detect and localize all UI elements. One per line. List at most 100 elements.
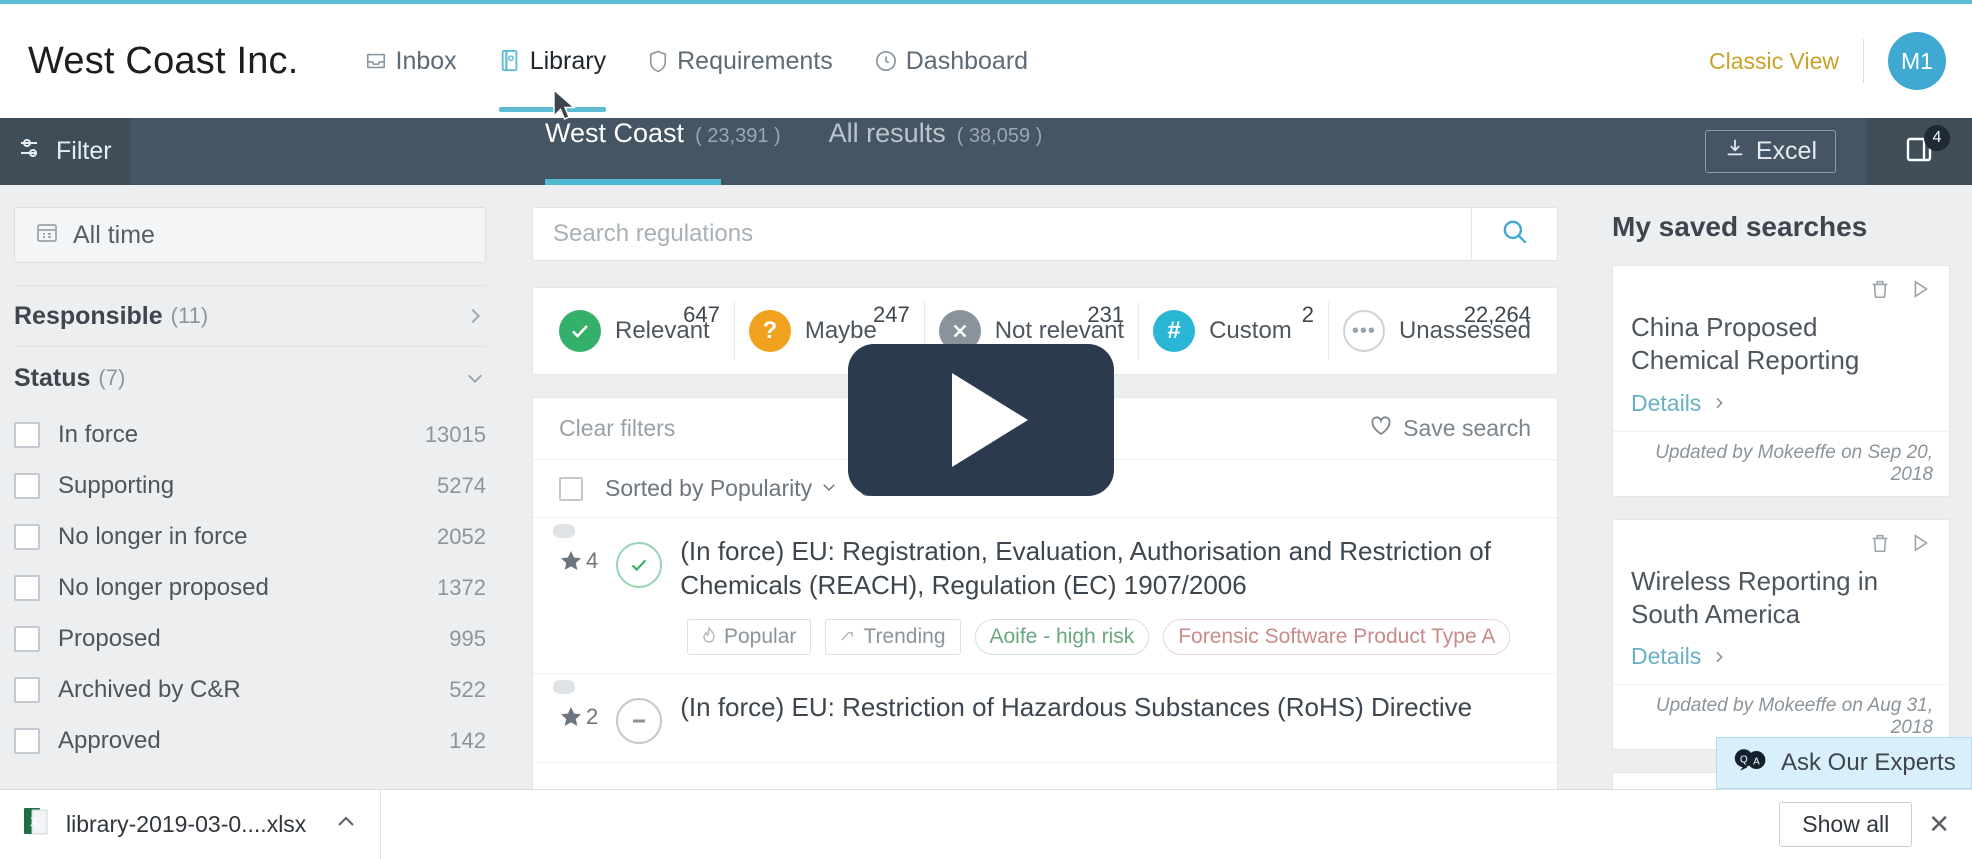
nav-item-dashboard[interactable]: Dashboard <box>857 4 1046 118</box>
tab-all-results[interactable]: All results ( 38,059 ) <box>829 118 1043 185</box>
status-count: 5274 <box>437 473 486 499</box>
download-bar-actions: Show all ✕ <box>1779 802 1950 847</box>
saved-search-details-label: Details <box>1631 643 1701 670</box>
assessment-pill-value: 231 <box>1087 302 1124 328</box>
status-label: Supporting <box>58 472 174 500</box>
facet-status-label: Status <box>14 364 90 393</box>
saved-search-details-link[interactable]: Details <box>1631 643 1931 670</box>
video-play-button[interactable] <box>848 344 1114 496</box>
assessment-pill-label: Maybe <box>805 317 877 345</box>
facet-header-responsible[interactable]: Responsible (11) <box>14 285 486 347</box>
download-item[interactable]: X library-2019-03-0....xlsx <box>0 790 381 859</box>
status-label: Proposed <box>58 625 161 653</box>
export-excel-button[interactable]: Excel <box>1705 130 1836 173</box>
status-label: No longer proposed <box>58 574 269 602</box>
assessment-pill[interactable]: #Custom2 <box>1139 302 1329 360</box>
chevron-down-icon <box>464 367 486 389</box>
result-row-main: 2 (In force) EU: Restriction of Hazardous… <box>559 690 1531 744</box>
saved-searches-title: My saved searches <box>1612 211 1950 243</box>
chevron-up-icon[interactable] <box>334 810 358 839</box>
result-tag[interactable]: Trending <box>825 619 960 655</box>
result-title[interactable]: (In force) EU: Restriction of Hazardous … <box>680 690 1472 724</box>
trash-icon[interactable] <box>1869 532 1891 559</box>
nav-label-requirements: Requirements <box>677 47 833 76</box>
status-filter-row[interactable]: No longer proposed1372 <box>14 562 486 613</box>
status-checkbox[interactable] <box>14 575 40 601</box>
main-nav: Inbox Library Requirem <box>347 4 1047 118</box>
check-icon <box>559 310 601 352</box>
ask-our-experts-button[interactable]: Q A Ask Our Experts <box>1716 737 1972 789</box>
status-filter-row[interactable]: Supporting 5274 <box>14 460 486 511</box>
side-panel-toggle[interactable]: 4 <box>1866 118 1972 185</box>
nav-item-inbox[interactable]: Inbox <box>347 4 475 118</box>
avatar[interactable]: M1 <box>1888 32 1946 90</box>
saved-search-card[interactable]: Wireless Reporting in South America Detai… <box>1612 519 1950 751</box>
status-checkbox[interactable] <box>14 626 40 652</box>
show-all-downloads-button[interactable]: Show all <box>1779 802 1912 847</box>
sort-dropdown[interactable]: Sorted by Popularity <box>605 475 838 502</box>
search-input[interactable] <box>533 208 1471 260</box>
sub-toolbar-right: Excel 4 <box>1705 118 1972 185</box>
panel-badge: 4 <box>1924 125 1950 151</box>
ask-our-experts-label: Ask Our Experts <box>1781 749 1956 777</box>
status-filter-row[interactable]: In force13015 <box>14 409 486 460</box>
status-checkbox[interactable] <box>14 473 40 499</box>
date-range-selector[interactable]: All time <box>14 207 486 263</box>
star-rating[interactable]: 4 <box>559 534 598 574</box>
heart-icon <box>1369 415 1393 443</box>
filter-button[interactable]: Filter <box>0 118 130 185</box>
star-rating[interactable]: 2 <box>559 690 598 730</box>
status-filter-row[interactable]: No longer in force2052 <box>14 511 486 562</box>
close-download-bar-button[interactable]: ✕ <box>1928 809 1950 840</box>
clear-filters-button[interactable]: Clear filters <box>559 415 675 442</box>
search-submit-button[interactable] <box>1471 208 1557 260</box>
excel-file-icon: X <box>22 806 50 843</box>
trash-icon[interactable] <box>1869 278 1891 305</box>
check-icon[interactable] <box>616 542 662 588</box>
tab-all-results-label: All results <box>829 118 946 149</box>
saved-search-name[interactable]: China Proposed Chemical Reporting <box>1631 311 1931 378</box>
result-row[interactable]: 4 (In force) EU: Registration, Evaluation… <box>533 518 1557 674</box>
saved-search-updated: Updated by Mokeeffe on Sep 20, 2018 <box>1613 431 1949 496</box>
qa-icon: Q A <box>1733 746 1769 781</box>
trend-icon <box>840 625 855 649</box>
status-checkbox[interactable] <box>14 677 40 703</box>
question-icon: ? <box>749 310 791 352</box>
status-checkbox[interactable] <box>14 524 40 550</box>
result-row[interactable]: 2 (In force) EU: Restriction of Hazardous… <box>533 674 1557 763</box>
assessment-pill[interactable]: •••Unassessed22,264 <box>1329 302 1545 360</box>
status-checkbox[interactable] <box>14 422 40 448</box>
saved-search-card[interactable]: China Proposed Chemical Reporting Details… <box>1612 265 1950 497</box>
app-root: West Coast Inc. Inbox Li <box>0 0 1972 859</box>
status-count: 995 <box>449 626 486 652</box>
status-label: No longer in force <box>58 523 247 551</box>
classic-view-link[interactable]: Classic View <box>1709 48 1839 75</box>
saved-search-details-link[interactable]: Details <box>1631 390 1931 417</box>
minus-icon[interactable] <box>616 698 662 744</box>
assessment-pill-value: 2 <box>1302 302 1314 328</box>
tab-all-results-count: ( 38,059 ) <box>957 125 1043 148</box>
select-all-checkbox[interactable] <box>559 477 583 501</box>
status-filter-row[interactable]: Proposed 995 <box>14 613 486 664</box>
status-filter-row[interactable]: Approved142 <box>14 715 486 766</box>
assessment-pill[interactable]: Relevant647 <box>545 302 735 360</box>
result-tag[interactable]: Aoife - high risk <box>975 619 1150 655</box>
tab-west-coast[interactable]: West Coast ( 23,391 ) <box>545 118 781 185</box>
status-checkbox[interactable] <box>14 728 40 754</box>
facet-header-status[interactable]: Status (7) <box>14 347 486 409</box>
result-title[interactable]: (In force) EU: Registration, Evaluation,… <box>680 534 1500 603</box>
svg-text:X: X <box>30 815 38 829</box>
mouse-cursor <box>552 88 578 129</box>
status-count: 522 <box>449 677 486 703</box>
saved-search-name[interactable]: Wireless Reporting in South America <box>1631 565 1931 632</box>
nav-item-requirements[interactable]: Requirements <box>630 4 851 118</box>
run-search-icon[interactable] <box>1909 278 1931 305</box>
result-tag[interactable]: Popular <box>687 619 811 655</box>
result-tag[interactable]: Forensic Software Product Type A <box>1163 619 1510 655</box>
star-count: 2 <box>586 704 598 730</box>
run-search-icon[interactable] <box>1909 532 1931 559</box>
status-label: Archived by C&R <box>58 676 241 704</box>
status-filter-row[interactable]: Archived by C&R 522 <box>14 664 486 715</box>
divider <box>1863 39 1864 83</box>
save-search-button[interactable]: Save search <box>1369 415 1531 443</box>
